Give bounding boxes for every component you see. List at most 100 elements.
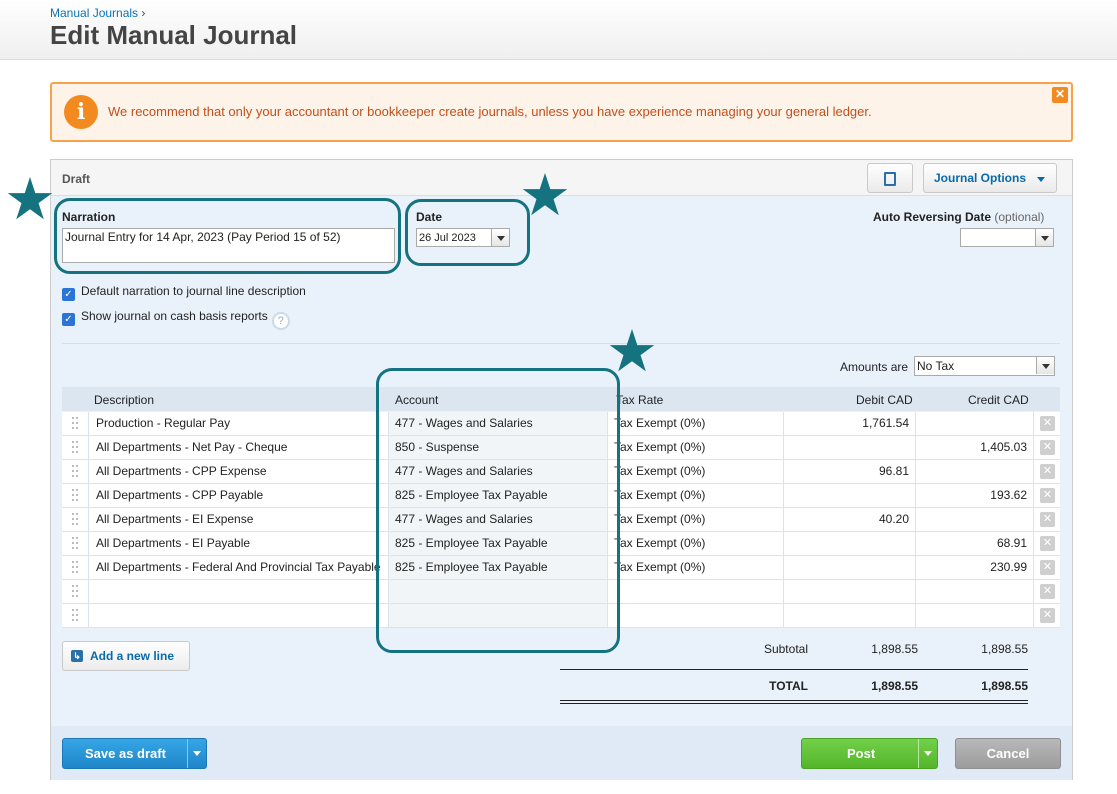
close-icon[interactable]: ✕ [1052, 87, 1068, 103]
delete-icon[interactable]: ✕ [1040, 560, 1055, 575]
line-credit[interactable]: 1,405.03 [916, 436, 1034, 459]
reversing-date-picker-button[interactable] [1035, 229, 1053, 246]
warning-alert: i We recommend that only your accountant… [50, 82, 1073, 142]
line-tax-rate[interactable]: Tax Exempt (0%) [608, 532, 784, 555]
line-account[interactable] [389, 604, 608, 627]
delete-icon[interactable]: ✕ [1040, 536, 1055, 551]
chevron-down-icon [1037, 177, 1045, 182]
optional-hint: (optional) [994, 210, 1045, 224]
line-description[interactable]: All Departments - CPP Payable [90, 484, 389, 507]
line-credit[interactable] [916, 412, 1034, 435]
date-input[interactable]: 26 Jul 2023 [416, 228, 510, 247]
default-narration-checkbox[interactable]: ✓ [62, 288, 75, 301]
drag-handle-icon[interactable] [62, 484, 89, 507]
line-account[interactable]: 477 - Wages and Salaries [389, 460, 608, 483]
breadcrumb-manual-journals-link[interactable]: Manual Journals [50, 6, 138, 20]
drag-handle-icon[interactable] [62, 460, 89, 483]
cash-basis-checkbox[interactable]: ✓ [62, 313, 75, 326]
drag-handle-icon[interactable] [62, 580, 89, 603]
amounts-are-value: No Tax [917, 359, 955, 373]
date-picker-button[interactable] [491, 229, 509, 246]
date-label: Date [416, 210, 443, 224]
line-account[interactable] [389, 580, 608, 603]
chevron-down-icon[interactable] [924, 751, 932, 756]
drag-handle-icon[interactable] [62, 436, 89, 459]
cancel-button[interactable]: Cancel [955, 738, 1061, 769]
narration-input[interactable]: Journal Entry for 14 Apr, 2023 (Pay Peri… [62, 228, 395, 263]
line-description[interactable]: All Departments - EI Expense [90, 508, 389, 531]
journal-options-button[interactable]: Journal Options [923, 163, 1057, 193]
drag-handle-icon[interactable] [62, 532, 89, 555]
line-description[interactable] [90, 580, 389, 603]
line-credit[interactable] [916, 460, 1034, 483]
total-top-rule [560, 669, 1028, 670]
line-credit[interactable] [916, 508, 1034, 531]
line-description[interactable]: All Departments - Federal And Provincial… [90, 556, 389, 579]
line-debit[interactable]: 40.20 [784, 508, 916, 531]
add-new-line-button[interactable]: ↳ Add a new line [62, 641, 190, 671]
auto-reversing-text: Auto Reversing Date [873, 210, 992, 224]
auto-reversing-date-input[interactable] [960, 228, 1054, 247]
add-new-line-label: Add a new line [90, 649, 175, 663]
line-credit[interactable]: 68.91 [916, 532, 1034, 555]
post-button[interactable]: Post [801, 738, 938, 769]
delete-icon[interactable]: ✕ [1040, 416, 1055, 431]
delete-icon[interactable]: ✕ [1040, 512, 1055, 527]
line-tax-rate[interactable]: Tax Exempt (0%) [608, 436, 784, 459]
line-tax-rate[interactable]: Tax Exempt (0%) [608, 508, 784, 531]
line-description[interactable]: All Departments - EI Payable [90, 532, 389, 555]
delete-icon[interactable]: ✕ [1040, 464, 1055, 479]
drag-handle-icon[interactable] [62, 412, 89, 435]
line-debit[interactable] [784, 436, 916, 459]
line-debit[interactable]: 1,761.54 [784, 412, 916, 435]
help-icon[interactable]: ? [271, 312, 290, 330]
line-debit[interactable] [784, 556, 916, 579]
drag-handle-icon[interactable] [62, 556, 89, 579]
chevron-down-icon[interactable] [193, 751, 201, 756]
breadcrumb: Manual Journals › [50, 6, 145, 20]
amounts-are-select[interactable]: No Tax [914, 356, 1055, 376]
post-label: Post [847, 746, 876, 761]
line-account[interactable]: 825 - Employee Tax Payable [389, 556, 608, 579]
line-description[interactable] [90, 604, 389, 627]
line-tax-rate[interactable] [608, 580, 784, 603]
line-tax-rate[interactable]: Tax Exempt (0%) [608, 412, 784, 435]
delete-icon[interactable]: ✕ [1040, 440, 1055, 455]
line-credit[interactable]: 193.62 [916, 484, 1034, 507]
drag-handle-icon[interactable] [62, 604, 89, 627]
line-description[interactable]: Production - Regular Pay [90, 412, 389, 435]
line-debit[interactable]: 96.81 [784, 460, 916, 483]
drag-handle-icon[interactable] [62, 508, 89, 531]
line-credit[interactable] [916, 604, 1034, 627]
line-debit[interactable] [784, 604, 916, 627]
line-description[interactable]: All Departments - Net Pay - Cheque [90, 436, 389, 459]
star-icon: ★ [4, 165, 56, 233]
line-account[interactable]: 825 - Employee Tax Payable [389, 484, 608, 507]
delete-line-cell: ✕ [1034, 484, 1060, 507]
journal-options-label: Journal Options [934, 171, 1027, 185]
line-debit[interactable] [784, 532, 916, 555]
delete-icon[interactable]: ✕ [1040, 488, 1055, 503]
delete-icon[interactable]: ✕ [1040, 608, 1055, 623]
line-account[interactable]: 850 - Suspense [389, 436, 608, 459]
footer-actions: Save as draft Post Cancel [51, 726, 1072, 780]
copy-journal-button[interactable] [867, 163, 913, 193]
info-icon: i [64, 95, 98, 129]
line-tax-rate[interactable]: Tax Exempt (0%) [608, 460, 784, 483]
chevron-down-icon[interactable] [1036, 357, 1054, 374]
delete-icon[interactable]: ✕ [1040, 584, 1055, 599]
line-account[interactable]: 477 - Wages and Salaries [389, 508, 608, 531]
line-account[interactable]: 825 - Employee Tax Payable [389, 532, 608, 555]
column-credit: Credit CAD [968, 393, 1029, 407]
line-description[interactable]: All Departments - CPP Expense [90, 460, 389, 483]
line-debit[interactable] [784, 484, 916, 507]
line-account[interactable]: 477 - Wages and Salaries [389, 412, 608, 435]
line-credit[interactable] [916, 580, 1034, 603]
status-label: Draft [62, 172, 91, 186]
line-debit[interactable] [784, 580, 916, 603]
line-credit[interactable]: 230.99 [916, 556, 1034, 579]
line-tax-rate[interactable]: Tax Exempt (0%) [608, 556, 784, 579]
line-tax-rate[interactable] [608, 604, 784, 627]
line-tax-rate[interactable]: Tax Exempt (0%) [608, 484, 784, 507]
save-as-draft-button[interactable]: Save as draft [62, 738, 207, 769]
